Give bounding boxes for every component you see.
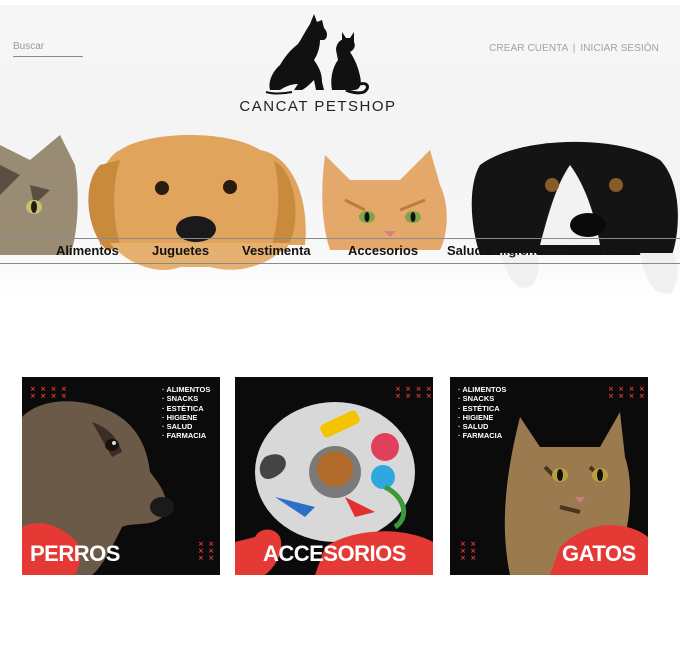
tile-accesorios-title: ACCESORIOS [263, 541, 406, 566]
tile-gatos-title: GATOS [562, 541, 636, 566]
x-pattern-icon: × × × × × × [460, 540, 478, 562]
nav-salud-higiene[interactable]: Salud e higiene [447, 243, 542, 258]
list-item: SALUD [162, 422, 210, 431]
list-item: ESTÉTICA [458, 404, 506, 413]
tile-accesorios[interactable]: × × × × × × × × × × × × × × ACCESORIOS [235, 377, 433, 575]
nav-sucursales[interactable]: Sucursales [568, 243, 637, 258]
nav-juguetes[interactable]: Juguetes [152, 243, 209, 258]
pets-banner-image [0, 135, 678, 294]
gatos-category-list: ALIMENTOS SNACKS ESTÉTICA HIGIENE SALUD … [458, 385, 506, 441]
x-pattern-icon: × × × × × × [245, 540, 263, 562]
auth-separator: | [572, 43, 576, 54]
auth-links: CREAR CUENTA | INICIAR SESIÓN [489, 43, 659, 54]
list-item: SNACKS [162, 394, 210, 403]
nav-accesorios[interactable]: Accesorios [348, 243, 418, 258]
category-tiles: ALIMENTOS SNACKS ESTÉTICA HIGIENE SALUD … [22, 377, 648, 575]
search-input[interactable]: Buscar [13, 37, 83, 57]
list-item: FARMACIA [458, 431, 506, 440]
nav-vestimenta[interactable]: Vestimenta [242, 243, 311, 258]
list-item: ALIMENTOS [458, 385, 506, 394]
perros-category-list: ALIMENTOS SNACKS ESTÉTICA HIGIENE SALUD … [162, 385, 210, 441]
list-item: ESTÉTICA [162, 404, 210, 413]
x-pattern-icon: × × × × × × × × [30, 385, 68, 400]
list-item: SALUD [458, 422, 506, 431]
register-link[interactable]: CREAR CUENTA [489, 43, 568, 54]
tile-perros[interactable]: ALIMENTOS SNACKS ESTÉTICA HIGIENE SALUD … [22, 377, 220, 575]
list-item: ALIMENTOS [162, 385, 210, 394]
tile-gatos[interactable]: ALIMENTOS SNACKS ESTÉTICA HIGIENE SALUD … [450, 377, 648, 575]
x-pattern-icon: × × × × × × × × [395, 385, 433, 400]
main-nav: Alimentos Juguetes Vestimenta Accesorios… [0, 239, 680, 267]
list-item: FARMACIA [162, 431, 210, 440]
list-item: HIGIENE [162, 413, 210, 422]
brand-name: CANCAT PETSHOP [239, 98, 397, 115]
x-pattern-icon: × × × × × × [198, 540, 216, 562]
dog-cat-logo-icon[interactable] [262, 10, 372, 95]
tile-perros-title: PERROS [30, 541, 120, 566]
list-item: SNACKS [458, 394, 506, 403]
x-pattern-icon: × × × × × × × × [608, 385, 646, 400]
login-link[interactable]: INICIAR SESIÓN [580, 43, 659, 54]
list-item: HIGIENE [458, 413, 506, 422]
nav-alimentos[interactable]: Alimentos [56, 243, 119, 258]
